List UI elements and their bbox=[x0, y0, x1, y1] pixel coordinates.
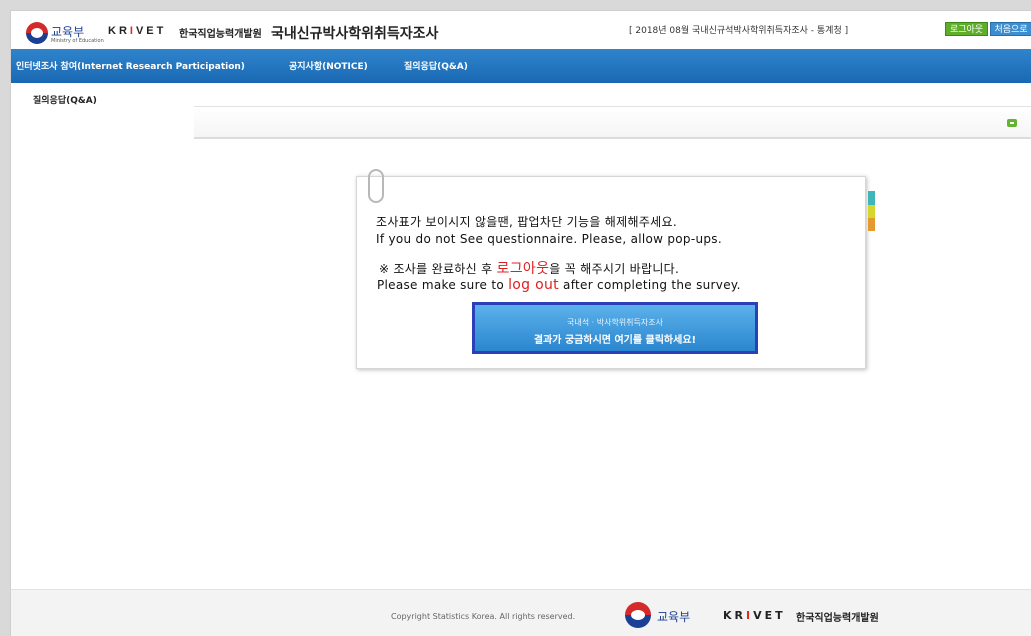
popup-text-logout-english: Please make sure to log out after comple… bbox=[377, 277, 741, 293]
home-button[interactable]: 처음으로 bbox=[990, 22, 1031, 36]
nav-item-internet-research[interactable]: 인터넷조사 참여(Internet Research Participation… bbox=[16, 59, 245, 72]
logout-highlight: 로그아웃 bbox=[496, 261, 550, 277]
footer-ministry-name: 교육부 bbox=[657, 610, 691, 624]
copyright-text: Copyright Statistics Korea. All rights r… bbox=[391, 612, 576, 621]
popup-text-logout-korean: ※ 조사를 완료하신 후 로그아웃을 꼭 해주시기 바랍니다. bbox=[379, 261, 680, 277]
ministry-subtitle: Ministry of Education bbox=[51, 38, 104, 44]
krivet-logo: KRIVET bbox=[108, 25, 167, 37]
site-header: 교육부 Ministry of Education KRIVET 한국직업능력개… bbox=[11, 11, 1031, 49]
survey-info: [ 2018년 08월 국내신규석박사학위취득자조사 - 통계청 ] bbox=[629, 26, 849, 36]
footer-krivet-korean-name: 한국직업능력개발원 bbox=[796, 613, 879, 624]
survey-result-button[interactable]: 국내석 · 박사학위취득자조사 결과가 궁금하시면 여기를 클릭하세요! bbox=[472, 302, 758, 354]
popup-text-popup-korean: 조사표가 보이시지 않을땐, 팝업차단 기능을 해제해주세요. bbox=[376, 215, 677, 229]
content-toolbar bbox=[194, 107, 1031, 139]
footer-ministry-emblem-icon bbox=[625, 602, 651, 628]
logout-button[interactable]: 로그아웃 bbox=[945, 22, 988, 36]
logout-highlight-en: log out bbox=[508, 277, 559, 293]
site-footer: Copyright Statistics Korea. All rights r… bbox=[11, 589, 1031, 636]
page-title: 질의응답(Q&A) bbox=[33, 96, 97, 106]
browser-frame: 교육부 Ministry of Education KRIVET 한국직업능력개… bbox=[10, 10, 1031, 636]
cta-title: 국내석 · 박사학위취득자조사 bbox=[567, 318, 663, 327]
nav-item-notice[interactable]: 공지사항(NOTICE) bbox=[289, 59, 368, 72]
popup-text-popup-english: If you do not See questionnaire. Please,… bbox=[376, 232, 722, 246]
paperclip-icon bbox=[368, 169, 384, 203]
nav-item-qna[interactable]: 질의응답(Q&A) bbox=[404, 59, 468, 72]
ministry-emblem-icon bbox=[26, 22, 48, 44]
main-nav: 인터넷조사 참여(Internet Research Participation… bbox=[11, 49, 1031, 83]
popup-tab-orange bbox=[868, 218, 875, 231]
cta-label: 결과가 궁금하시면 여기를 클릭하세요! bbox=[533, 335, 697, 346]
footer-krivet-logo: KRIVET bbox=[723, 609, 786, 622]
krivet-korean-name: 한국직업능력개발원 bbox=[179, 29, 262, 40]
site-title: 국내신규박사학위취득자조사 bbox=[271, 26, 439, 42]
popup-tab-yellow bbox=[868, 205, 875, 218]
popup-tab-teal bbox=[868, 191, 875, 205]
toolbar-green-icon[interactable] bbox=[1007, 119, 1017, 127]
